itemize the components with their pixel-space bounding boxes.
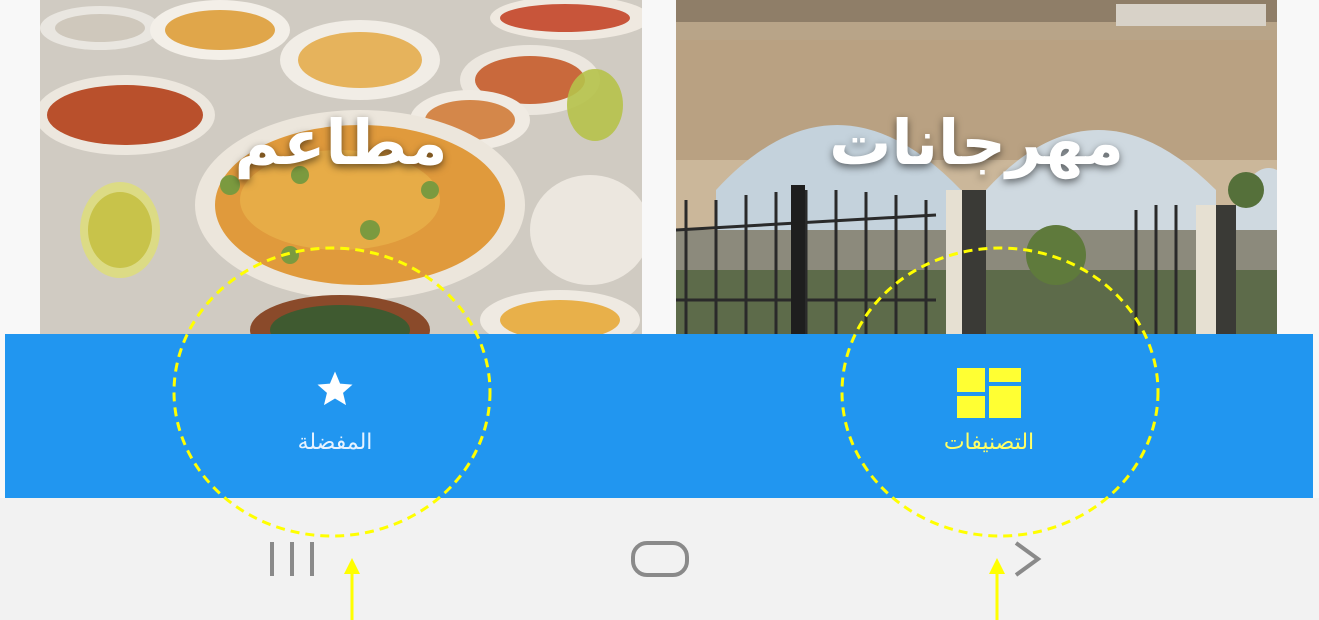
- grid-icon: [957, 368, 1021, 418]
- nav-label-favorites: المفضلة: [297, 430, 373, 455]
- bottom-navigation: المفضلة التصنيفات: [5, 334, 1313, 498]
- card-title-festivals: مهرجانات: [829, 106, 1124, 179]
- home-icon[interactable]: [630, 538, 690, 580]
- system-navigation-bar: [0, 498, 1319, 620]
- nav-label-categories: التصنيفات: [943, 430, 1035, 455]
- card-festivals[interactable]: مهرجانات: [676, 0, 1277, 334]
- nav-item-categories[interactable]: التصنيفات: [839, 334, 1139, 498]
- back-icon[interactable]: [1010, 538, 1044, 580]
- card-restaurants[interactable]: مطاعم: [40, 0, 642, 334]
- nav-item-favorites[interactable]: المفضلة: [185, 334, 485, 498]
- recents-icon[interactable]: [266, 538, 320, 580]
- star-icon: [317, 371, 353, 406]
- card-title-restaurants: مطاعم: [234, 106, 448, 179]
- app-screen: مطاعم مهرجانات المفضلة التصنيفات: [0, 0, 1319, 620]
